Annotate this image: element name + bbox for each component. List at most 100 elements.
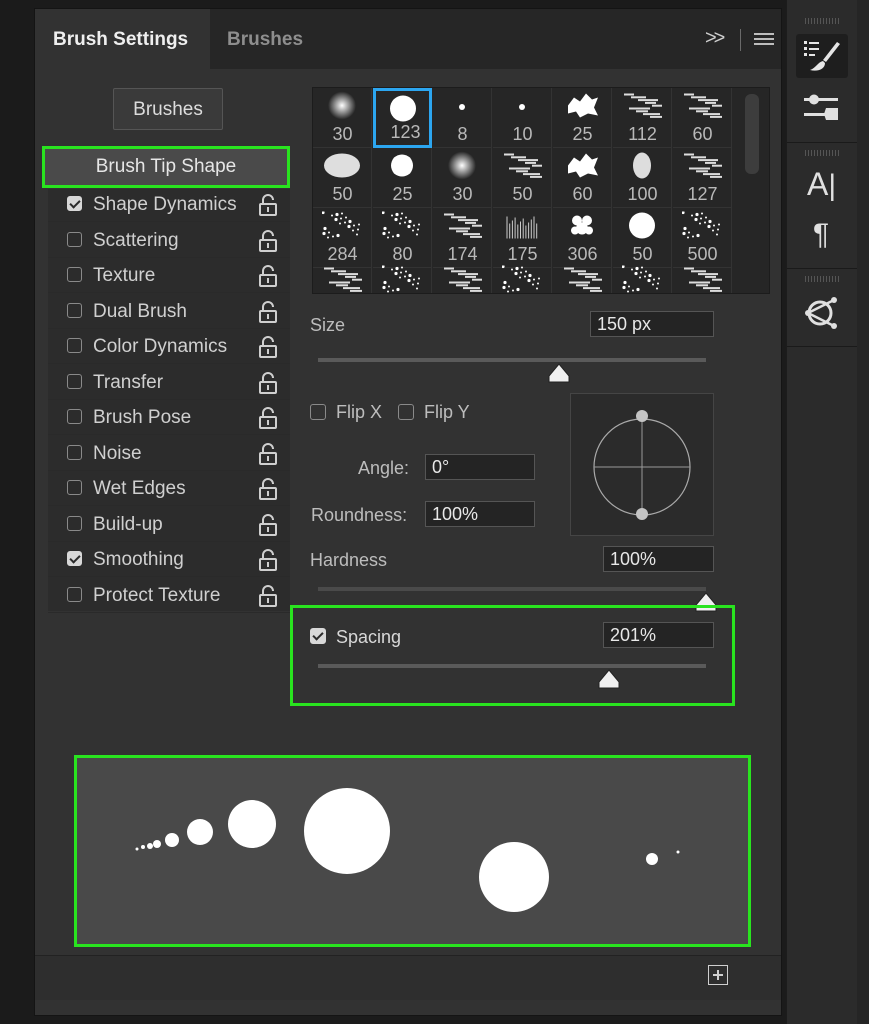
brush-preset[interactable]: 306 — [553, 208, 612, 268]
size-slider-thumb[interactable] — [547, 362, 571, 384]
angle-label: Angle: — [358, 458, 410, 478]
brush-preset[interactable]: 175 — [493, 208, 552, 268]
lock-icon[interactable] — [258, 548, 278, 572]
brush-tip-icon — [682, 152, 732, 185]
stroke-preview-dots — [135, 788, 680, 912]
brush-preset[interactable]: 25 — [373, 148, 432, 208]
brush-settings-icon[interactable] — [796, 34, 848, 78]
flip-y-checkbox[interactable] — [398, 404, 414, 420]
brush-preset[interactable]: 127 — [673, 148, 732, 208]
option-checkbox[interactable] — [67, 409, 82, 424]
lock-icon[interactable] — [258, 477, 278, 501]
brush-preset[interactable]: 500 — [673, 208, 732, 268]
lock-icon[interactable] — [258, 442, 278, 466]
brush-preset[interactable]: 50 — [493, 148, 552, 208]
brush-preset[interactable] — [553, 267, 612, 293]
lock-icon[interactable] — [258, 406, 278, 430]
brush-tip-shape-item[interactable]: Brush Tip Shape — [42, 146, 290, 188]
option-checkbox[interactable] — [67, 444, 82, 460]
brush-preset[interactable]: 8 — [433, 88, 492, 148]
brush-tip-icon — [567, 211, 597, 246]
angle-field[interactable]: 0° — [425, 454, 535, 480]
brush-preset[interactable] — [433, 267, 492, 293]
dock-grip[interactable] — [805, 18, 839, 24]
lock-icon[interactable] — [258, 300, 278, 324]
brush-preset[interactable]: 60 — [553, 148, 612, 208]
brush-preset[interactable]: 112 — [613, 88, 672, 148]
option-checkbox[interactable] — [67, 586, 82, 602]
brush-option-item[interactable]: Smoothing — [48, 543, 290, 577]
spacing-field[interactable]: 201% — [603, 622, 714, 648]
sliders-icon[interactable] — [804, 92, 840, 129]
brush-preset[interactable]: 80 — [373, 208, 432, 268]
lock-icon[interactable] — [258, 229, 278, 253]
collapse-panel-icon[interactable]: >> — [705, 27, 725, 50]
option-label: Smoothing — [93, 549, 184, 570]
brush-option-item[interactable]: Transfer — [48, 366, 290, 400]
brush-preset[interactable]: 50 — [613, 208, 672, 268]
brush-option-item[interactable]: Scattering — [48, 224, 290, 258]
option-checkbox[interactable] — [67, 515, 82, 531]
hardness-field[interactable]: 100% — [603, 546, 714, 572]
brush-preset[interactable] — [673, 267, 732, 293]
size-field[interactable]: 150 px — [590, 311, 714, 337]
brush-option-item[interactable]: Wet Edges — [48, 472, 290, 506]
dock-grip[interactable] — [805, 150, 839, 156]
brushes-panel-button[interactable]: Brushes — [113, 88, 223, 130]
dock-grip[interactable] — [805, 276, 839, 282]
preset-scrollbar[interactable] — [745, 94, 759, 174]
brush-preset[interactable]: 100 — [613, 148, 672, 208]
option-checkbox[interactable] — [67, 480, 82, 495]
option-checkbox[interactable] — [67, 196, 82, 211]
spacing-checkbox[interactable] — [310, 628, 326, 644]
brush-tip-icon — [381, 264, 422, 294]
roundness-field[interactable]: 100% — [425, 501, 535, 527]
brush-preset[interactable] — [373, 264, 432, 294]
option-checkbox[interactable] — [67, 267, 82, 282]
brush-preset-selected[interactable]: 123 — [373, 88, 432, 148]
brush-option-item[interactable]: Noise — [48, 437, 290, 471]
paths-icon[interactable] — [804, 292, 840, 337]
brush-preset[interactable]: 174 — [433, 208, 492, 268]
lock-icon[interactable] — [258, 513, 278, 537]
option-checkbox[interactable] — [67, 302, 82, 318]
brush-option-item[interactable]: Shape Dynamics — [48, 188, 290, 222]
tab-brush-settings[interactable]: Brush Settings — [35, 9, 210, 69]
size-slider-track[interactable] — [318, 358, 706, 362]
brush-preset[interactable]: 60 — [673, 88, 732, 148]
lock-icon[interactable] — [258, 584, 278, 608]
brush-preset[interactable] — [313, 267, 372, 293]
hardness-slider-track[interactable] — [318, 587, 706, 591]
option-checkbox[interactable] — [67, 551, 82, 566]
brush-preset[interactable]: 10 — [493, 88, 552, 148]
option-checkbox[interactable] — [67, 231, 82, 247]
brush-option-item[interactable]: Build-up — [48, 508, 290, 542]
brush-preset[interactable]: 30 — [433, 148, 492, 208]
option-checkbox[interactable] — [67, 373, 82, 389]
paragraph-icon[interactable]: ¶ — [813, 218, 829, 252]
brush-option-item[interactable]: Dual Brush — [48, 295, 290, 329]
brush-option-item[interactable]: Color Dynamics — [48, 330, 290, 364]
brush-preset[interactable]: 25 — [553, 88, 612, 148]
lock-icon[interactable] — [258, 335, 278, 359]
character-icon[interactable]: A| — [807, 166, 836, 203]
brush-preset[interactable]: 50 — [313, 148, 372, 208]
brush-preset[interactable]: 284 — [313, 208, 372, 268]
brush-option-item[interactable]: Brush Pose — [48, 401, 290, 435]
panel-menu-icon[interactable] — [754, 33, 774, 48]
spacing-slider-thumb[interactable] — [597, 668, 621, 690]
flip-x-checkbox[interactable] — [310, 404, 326, 420]
lock-icon[interactable] — [258, 193, 278, 217]
lock-icon[interactable] — [258, 264, 278, 288]
brush-preset[interactable]: 30 — [313, 88, 372, 148]
angle-roundness-widget[interactable] — [570, 393, 714, 536]
brush-preset[interactable] — [613, 264, 672, 293]
tab-brushes[interactable]: Brushes — [211, 9, 331, 69]
brush-option-item[interactable]: Protect Texture — [48, 579, 290, 613]
option-checkbox[interactable] — [67, 338, 82, 353]
brush-option-item[interactable]: Texture — [48, 259, 290, 293]
create-new-brush-icon[interactable] — [708, 965, 728, 985]
lock-icon[interactable] — [258, 371, 278, 395]
spacing-slider-track[interactable] — [318, 664, 706, 668]
brush-preset[interactable] — [493, 264, 552, 293]
